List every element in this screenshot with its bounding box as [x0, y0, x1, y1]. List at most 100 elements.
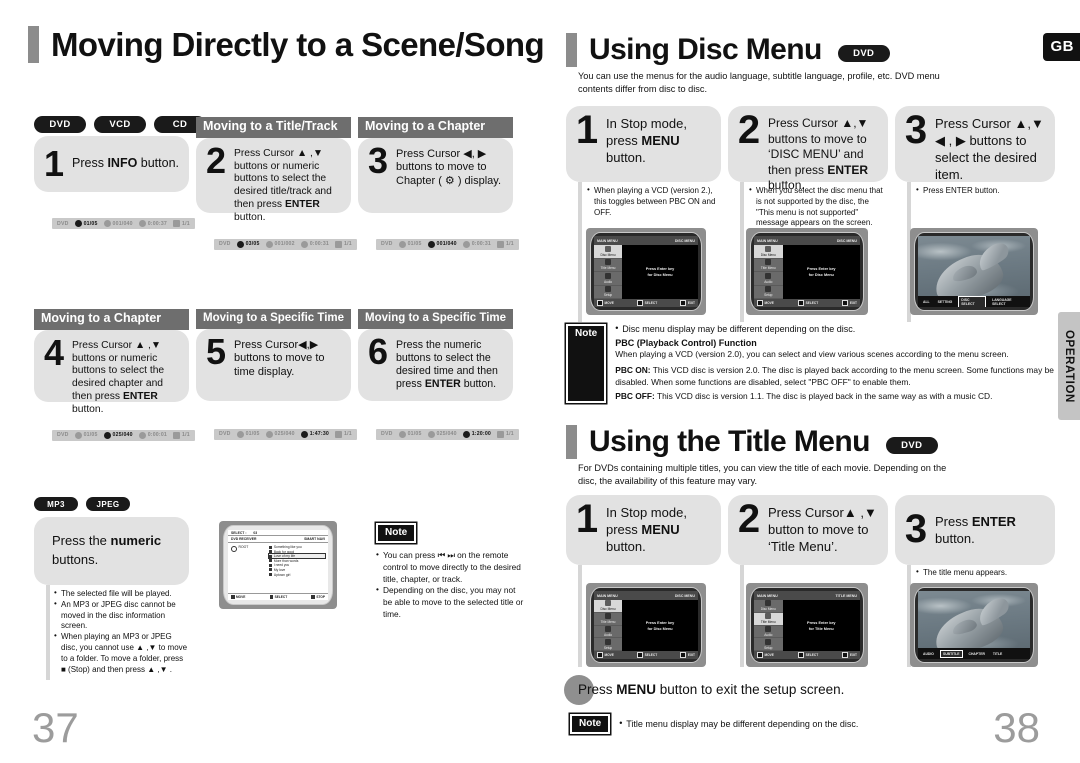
mp3-screen-header-row: DVD RECEIVER SMART NAVI — [228, 536, 328, 543]
mp3-brand-label: SMART NAVI — [304, 537, 325, 541]
osd-2-chapter: 001/002 — [265, 240, 295, 248]
setup-side-item-disc-menu[interactable]: Disc Menu — [754, 600, 783, 613]
menu-bar-item[interactable]: ALL — [921, 299, 932, 305]
setup-footer-exit: EXIT — [680, 652, 695, 658]
clock-icon — [138, 431, 146, 439]
osd-1-audio: 1/1 — [172, 220, 190, 227]
title-step-3-number: 3 — [904, 507, 928, 552]
gear-icon — [765, 286, 772, 293]
setup-side-item-audio[interactable]: Audio — [594, 272, 623, 286]
disc-menu-pill-dvd: DVD — [837, 44, 890, 62]
disc-step-3-caption-text: Press ENTER button. — [916, 185, 1055, 197]
return-icon — [680, 300, 687, 306]
disc-step-2-caption: When you select the disc menu that is no… — [749, 185, 888, 229]
setup-side-item-audio[interactable]: Audio — [594, 625, 623, 639]
setup-footer-move: MOVE — [757, 652, 774, 658]
mp3-footer-stop: STOP — [311, 595, 325, 599]
disc-menu-heading-text: Using Disc Menu — [589, 33, 822, 66]
osd-1-title: 01/05 — [74, 220, 98, 227]
step-1-text-a: Press — [72, 155, 108, 170]
mp3-screen-inner: SELECT : 03 DVD RECEIVER SMART NAVI ROOT — [223, 525, 333, 605]
setup-side-item-disc-menu[interactable]: Disc Menu — [754, 245, 783, 259]
mp3-media-pills: MP3 JPEG — [34, 497, 130, 511]
setup-side-item-disc-menu[interactable]: Disc Menu — [594, 600, 623, 613]
dolphin-image: ALL SETTING DISC SELECT LANGUAGE SELECT — [918, 236, 1030, 307]
setup-side-item-setup[interactable]: Setup — [754, 638, 783, 651]
setup-side-item-setup[interactable]: Setup — [754, 286, 783, 299]
left-note-bullet-2: Depending on the disc, you may not be ab… — [376, 584, 526, 620]
setup-side-item-title-menu[interactable]: Title Menu — [754, 612, 783, 626]
section-tab-operation[interactable]: OPERATION — [1058, 312, 1080, 420]
section-tab-operation-label: OPERATION — [1063, 329, 1075, 403]
step-1-number: 1 — [43, 142, 65, 184]
osd-6-disc: DVD — [381, 431, 393, 438]
title-menu-bar: AUDIO SUBTITLE CHAPTER TITLE — [918, 648, 1030, 659]
osd-6-chapter: 025/040 — [427, 430, 457, 438]
title-menu-pill-dvd: DVD — [885, 436, 938, 454]
enter-icon — [637, 300, 644, 306]
menu-bar-item-selected[interactable]: SUBTITLE — [939, 649, 963, 658]
menu-bar-item[interactable]: SETTING — [936, 299, 955, 305]
mp3-file-list-screen: SELECT : 03 DVD RECEIVER SMART NAVI ROOT — [219, 521, 337, 609]
language-tab-gb[interactable]: GB — [1042, 33, 1080, 61]
mp3-track-row[interactable]: My love — [268, 568, 325, 572]
title-dolphin-screen: AUDIO SUBTITLE CHAPTER TITLE — [910, 583, 1038, 667]
setup-side-item-title-menu[interactable]: Title Menu — [754, 259, 783, 272]
setup-side-item-audio[interactable]: Audio — [754, 625, 783, 639]
setup-footer-move: MOVE — [597, 652, 614, 658]
mp3-track-row[interactable]: I need you — [268, 563, 325, 567]
setup-side-item-title-menu[interactable]: Title Menu — [594, 259, 623, 272]
mp3-track-row[interactable]: Back for good — [268, 550, 325, 554]
mp3-track-row[interactable]: Uptown girl — [268, 573, 325, 577]
disc-dolphin-screen: ALL SETTING DISC SELECT LANGUAGE SELECT — [910, 228, 1038, 315]
step-6-text: Press the numeric buttons to select the … — [396, 337, 503, 392]
setup-side-item-setup[interactable]: Setup — [594, 638, 623, 651]
pbc-note-block: Note Disc menu display may be different … — [566, 322, 1058, 404]
pbc-off-row: PBC OFF: This VCD disc is version 1.1. T… — [615, 391, 1058, 403]
step-5-text: Press Cursor◀,▶ buttons to move to time … — [234, 338, 325, 378]
setup-screen-footer: MOVE SELECT EXIT — [594, 651, 698, 659]
band-time-2: Moving to a Specific Time — [358, 309, 513, 329]
disc-step-3-number: 3 — [904, 108, 928, 152]
step-6-number: 6 — [367, 330, 389, 372]
mp3-track-row[interactable]: Something like you — [268, 545, 325, 549]
left-page-heading: Moving Directly to a Scene/Song — [28, 26, 545, 63]
setup-side-item-audio[interactable]: Audio — [754, 272, 783, 286]
mp3-track-row[interactable]: More than words — [268, 559, 325, 563]
left-note-bullet-1: You can press ⏮ ⏭ on the remote control … — [376, 549, 526, 585]
heading-text: Moving Directly to a Scene/Song — [51, 26, 545, 63]
menu-bar-item[interactable]: LANGUAGE SELECT — [990, 297, 1027, 307]
disc-menu-icon — [765, 245, 772, 252]
return-icon — [680, 652, 687, 658]
setup-screen-footer: MOVE SELECT EXIT — [754, 299, 860, 307]
disc-step-3-caption: Press ENTER button. — [916, 185, 1055, 197]
setup-footer-select: SELECT — [798, 300, 818, 306]
dpad-icon — [597, 300, 603, 306]
note-icon — [268, 554, 272, 558]
disc-menu-intro: You can use the menus for the audio lang… — [578, 71, 940, 94]
osd-4-chapter: 025/040 — [103, 431, 133, 439]
title-step-3-text: Press ENTER button. — [935, 512, 1045, 548]
title-icon — [398, 430, 406, 438]
setup-side-item-setup[interactable]: Setup — [594, 286, 623, 299]
mp3-track-row-selected[interactable]: Love of my life — [267, 553, 327, 560]
setup-top-right: DISC MENU — [836, 238, 857, 243]
menu-bar-item-selected[interactable]: DISC SELECT — [958, 295, 987, 307]
setup-side-item-disc-menu[interactable]: Disc Menu — [594, 245, 623, 259]
speaker-icon — [765, 625, 772, 632]
note-icon — [268, 559, 272, 563]
dpad-icon — [231, 595, 235, 599]
clock-icon — [138, 220, 146, 227]
menu-bar-item[interactable]: AUDIO — [921, 651, 936, 657]
setup-screen-footer: MOVE SELECT EXIT — [754, 651, 860, 659]
audio-icon — [496, 240, 504, 248]
step-5-number: 5 — [205, 330, 227, 372]
setup-center-line-2: for Title Menu — [808, 626, 834, 631]
step-1-box: 1 Press INFO button. — [34, 136, 189, 192]
menu-bar-item[interactable]: TITLE — [991, 651, 1004, 657]
title-setup-screen-2-inner: MAIN MENU TITLE MENU Disc Menu Title Men… — [750, 587, 864, 663]
setup-side-item-title-menu[interactable]: Title Menu — [594, 613, 623, 626]
band-chapter-1: Moving to a Chapter — [358, 117, 513, 138]
step-5-block: Moving to a Specific Time 5 Press Cursor… — [196, 309, 357, 487]
menu-bar-item[interactable]: CHAPTER — [967, 651, 987, 657]
